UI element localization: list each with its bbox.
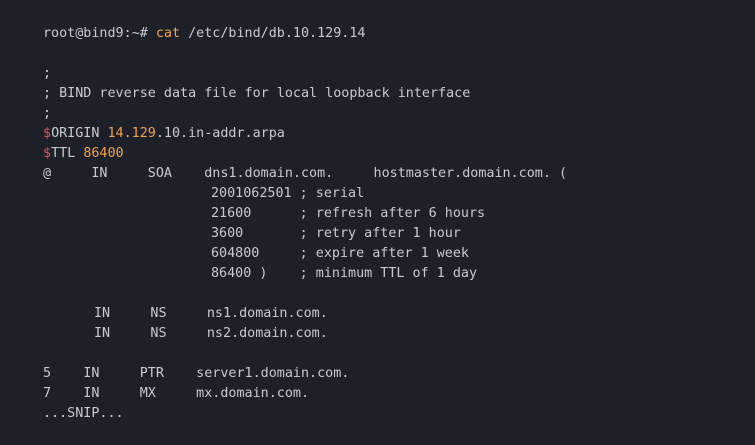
terminal-window[interactable]: root@bind9:~# cat /etc/bind/db.10.129.14… (0, 0, 755, 445)
origin-highlight: 14.129 (107, 126, 156, 141)
ttl-key: TTL (51, 146, 76, 161)
soa-record: @ IN SOA dns1.domain.com. hostmaster.dom… (43, 166, 568, 181)
ns-record: IN NS ns2.domain.com. (94, 326, 328, 341)
command-name: cat (155, 26, 181, 41)
command-line: root@bind9:~# cat /etc/bind/db.10.129.14 (43, 24, 366, 44)
origin-rest: .10.in-addr.arpa (155, 126, 285, 141)
shell-prompt: root@bind9:~# (43, 26, 148, 41)
comment-line: ; (43, 106, 52, 121)
origin-key: ORIGIN (51, 126, 100, 141)
snip-marker: ...SNIP... (43, 406, 124, 421)
mx-record: 7 IN MX mx.domain.com. (43, 386, 310, 401)
origin-directive: $ORIGIN 14.129.10.in-addr.arpa (43, 124, 285, 144)
ptr-record: 5 IN PTR server1.domain.com. (43, 366, 350, 381)
ttl-directive: $TTL 86400 (43, 144, 124, 164)
soa-retry: 3600 ; retry after 1 hour (211, 226, 461, 241)
ttl-value: 86400 (83, 146, 124, 161)
soa-expire: 604800 ; expire after 1 week (211, 246, 469, 261)
soa-minimum: 86400 ) ; minimum TTL of 1 day (211, 266, 478, 281)
soa-refresh: 21600 ; refresh after 6 hours (211, 206, 486, 221)
command-argument: /etc/bind/db.10.129.14 (188, 26, 366, 41)
origin-dollar: $ (43, 126, 52, 141)
comment-line: ; (43, 66, 52, 81)
soa-serial: 2001062501 ; serial (211, 186, 365, 201)
ns-record: IN NS ns1.domain.com. (94, 306, 328, 321)
comment-line: ; BIND reverse data file for local loopb… (43, 86, 471, 101)
ttl-dollar: $ (43, 146, 52, 161)
